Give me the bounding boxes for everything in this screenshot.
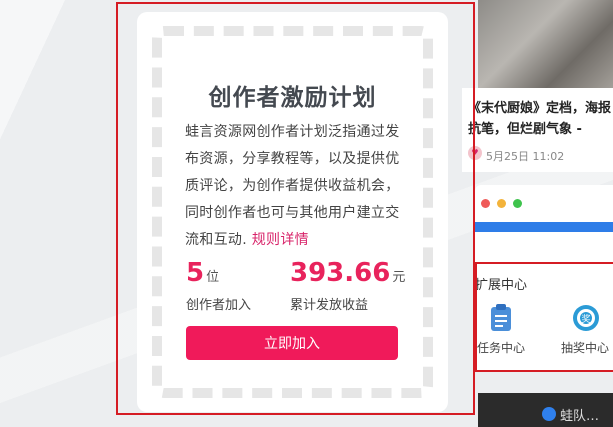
browser-accent-bar <box>475 222 613 232</box>
news-card[interactable]: 《末代厨娘》定档，海报抗笔，但烂剧气象 - ♥ 5月25日 11:02 <box>462 88 613 172</box>
news-thumbnail[interactable] <box>478 0 613 88</box>
window-minimize-dot <box>497 199 506 208</box>
annotation-frame-card <box>116 2 475 415</box>
news-timestamp: 5月25日 11:02 <box>486 150 565 163</box>
window-maximize-dot <box>513 199 522 208</box>
browser-window-card <box>475 185 613 263</box>
bottom-banner-text: 蛙队… <box>560 409 600 424</box>
window-close-dot <box>481 199 490 208</box>
bottom-banner[interactable]: 蛙队… <box>478 393 613 427</box>
news-title[interactable]: 《末代厨娘》定档，海报抗笔，但烂剧气象 - <box>468 98 613 140</box>
annotation-frame-extension <box>475 262 613 372</box>
badge-icon <box>542 407 556 421</box>
